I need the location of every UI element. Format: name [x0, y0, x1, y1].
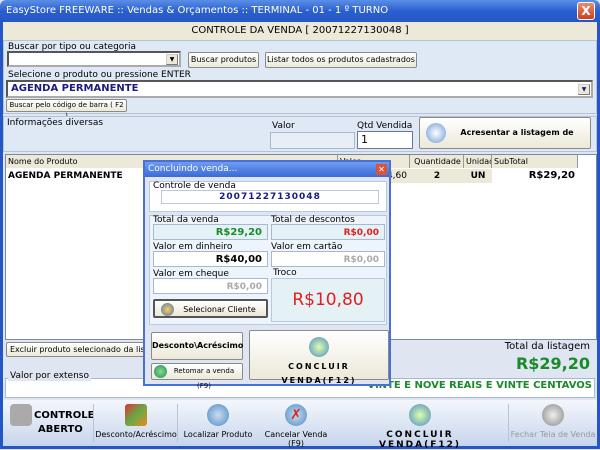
product-value: AGENDA PERMANENTE	[11, 83, 139, 94]
qtd-label: Qtd Vendida	[357, 121, 413, 131]
cancelar-venda-button[interactable]: ✗ Cancelar Venda (F9)	[258, 402, 334, 448]
total-venda-field: R$29,20	[153, 224, 268, 240]
chevron-down-icon[interactable]: ▼	[578, 84, 590, 95]
delete-product-button[interactable]: Excluir produto selecionado da listagem	[6, 342, 156, 357]
col-quantidade: Quantidade	[410, 155, 464, 168]
localizar-produto-button[interactable]: Localizar Produto	[180, 402, 256, 444]
concluir-label: CONCLUIR VENDA(F12)	[379, 430, 461, 450]
controle-label: CONTROLE	[34, 410, 95, 421]
col-subtotal: SubTotal	[492, 155, 578, 168]
chevron-down-icon[interactable]: ▼	[166, 54, 178, 65]
search-products-button[interactable]: Buscar produtos	[188, 52, 259, 68]
fechar-label: Fechar Tela de Venda	[510, 430, 596, 439]
concluindo-venda-dialog: Concluindo venda... ✕ Controle de venda …	[143, 160, 391, 390]
col-unidade: Unidade	[464, 155, 492, 168]
valor-label: Valor	[272, 121, 295, 131]
controle-value: 20071227130048	[161, 190, 379, 204]
search-product-icon	[207, 404, 229, 426]
product-select[interactable]: AGENDA PERMANENTE ▼	[6, 80, 593, 98]
cliente-label: Selecionar Cliente	[183, 305, 256, 314]
controle-aberto-button[interactable]: CONTROLE ABERTO	[8, 402, 94, 444]
cancel-icon: ✗	[285, 404, 307, 426]
retomar-venda-button[interactable]: Retomar a venda (F9)	[151, 363, 243, 390]
add-to-list-button[interactable]: Acresentar a listagem de produtos	[419, 117, 591, 167]
selecionar-cliente-button[interactable]: Selecionar Cliente	[153, 299, 268, 318]
info-label: Informações diversas	[7, 118, 104, 128]
descontos-field: R$0,00	[271, 224, 385, 240]
separator	[93, 404, 94, 442]
category-select[interactable]: ▼	[7, 51, 181, 67]
cartao-input[interactable]: R$0,00	[271, 251, 385, 267]
discount-icon	[125, 404, 147, 426]
fechar-tela-button[interactable]: Fechar Tela de Venda	[510, 402, 596, 444]
dialog-close-icon[interactable]: ✕	[376, 164, 387, 175]
refresh-icon	[154, 365, 167, 378]
dialog-desconto-button[interactable]: Desconto\Acréscimo	[151, 332, 243, 360]
dialog-title: Concluindo venda...	[148, 164, 238, 174]
total-listing-value: R$29,20	[515, 354, 590, 373]
dialog-concluir-button[interactable]: CONCLUIR VENDA(F12)	[249, 330, 389, 385]
localizar-label: Localizar Produto	[183, 430, 253, 439]
money-icon	[409, 404, 431, 426]
add-product-icon	[426, 123, 446, 143]
troco-value: R$10,80	[271, 278, 385, 322]
cancelar-label: Cancelar Venda (F9)	[264, 430, 328, 448]
cell-subtotal: R$29,20	[528, 170, 575, 181]
window-title: EasyStore FREEWARE :: Vendas & Orçamento…	[6, 5, 389, 16]
cell-unidade: UN	[464, 169, 492, 183]
list-all-button[interactable]: Listar todos os produtos cadastrados	[265, 52, 417, 68]
cheque-input[interactable]: R$0,00	[153, 278, 268, 294]
money-icon	[309, 337, 329, 357]
barcode-search-button[interactable]: Buscar pelo código de barra ( F2 )	[6, 99, 127, 120]
separator	[508, 404, 509, 442]
dinheiro-input[interactable]: R$40,00	[153, 251, 268, 267]
extenso-label: Valor por extenso	[8, 371, 91, 381]
concluir-venda-toolbar-button[interactable]: CONCLUIR VENDA(F12)	[345, 402, 495, 450]
troco-label: Troco	[273, 268, 297, 278]
sale-control-header: CONTROLE DA VENDA [ 20071227130048 ]	[3, 22, 597, 40]
product-label: Selecione o produto ou pressione ENTER	[8, 70, 191, 80]
aberto-label: ABERTO	[38, 424, 83, 435]
cell-quantidade: 2	[410, 169, 464, 183]
valor-field[interactable]	[270, 132, 355, 149]
extenso-value: VINTE E NOVE REAIS E VINTE CENTAVOS	[367, 380, 592, 391]
concluir-label: CONCLUIR VENDA(F12)	[281, 362, 357, 385]
client-icon	[161, 303, 174, 316]
separator	[177, 404, 178, 442]
close-icon[interactable]: X	[577, 2, 595, 20]
title-bar: EasyStore FREEWARE :: Vendas & Orçamento…	[0, 0, 600, 22]
dialog-title-bar: Concluindo venda...	[145, 162, 389, 177]
desconto-toolbar-button[interactable]: Desconto/Acréscimo	[95, 402, 177, 444]
qtd-input[interactable]: 1	[357, 131, 413, 149]
door-exit-icon	[542, 404, 564, 426]
desconto-label: Desconto/Acréscimo	[95, 430, 177, 439]
register-icon	[10, 404, 32, 426]
cell-nome: AGENDA PERMANENTE	[8, 171, 123, 181]
total-listing-label: Total da listagem	[504, 341, 590, 352]
